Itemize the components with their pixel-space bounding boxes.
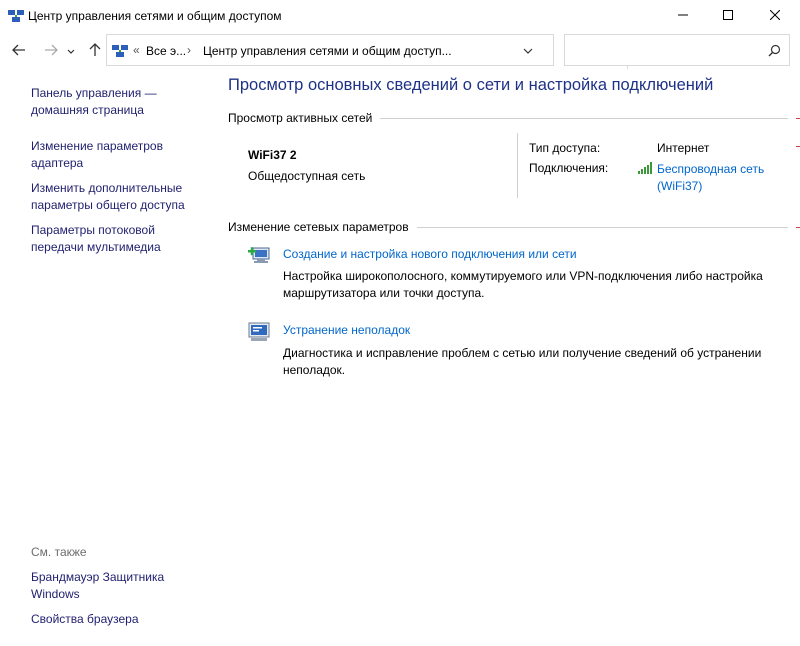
connections-label: Подключения:: [529, 161, 609, 175]
breadcrumb-current[interactable]: Центр управления сетями и общим доступ..…: [203, 44, 452, 58]
arrow-right-icon: [44, 44, 58, 59]
access-type-value: Интернет: [657, 141, 710, 155]
troubleshoot-link[interactable]: Устранение неполадок: [283, 323, 410, 337]
chevron-down-icon[interactable]: [521, 44, 535, 58]
minimize-button[interactable]: [660, 0, 706, 32]
sidebar-item-home[interactable]: Панель управления — домашняя страница: [31, 85, 157, 119]
setup-new-connection-link[interactable]: Создание и настройка нового подключения …: [283, 247, 577, 261]
new-connection-icon: [247, 244, 271, 266]
divider: [416, 226, 788, 228]
window-title: Центр управления сетями и общим доступом: [28, 9, 282, 23]
change-settings-header: Изменение сетевых параметров: [228, 220, 788, 234]
breadcrumb-overflow[interactable]: «: [133, 43, 140, 57]
arrow-left-icon: [12, 44, 26, 59]
edge-mark: [796, 146, 800, 147]
network-center-icon: [8, 9, 24, 23]
maximize-icon: [723, 9, 733, 23]
sidebar-item-firewall[interactable]: Брандмауэр Защитника Windows: [31, 569, 164, 603]
sidebar-item-advanced-sharing[interactable]: Изменить дополнительные параметры общего…: [31, 180, 185, 214]
forward-button[interactable]: [40, 40, 62, 62]
wireless-connection-link[interactable]: Беспроводная сеть (WiFi37): [657, 161, 764, 195]
chevron-down-icon: [67, 44, 75, 58]
divider: [517, 133, 518, 198]
setup-new-connection-description: Настройка широкополосного, коммутируемог…: [283, 269, 763, 300]
active-networks-header: Просмотр активных сетей: [228, 111, 788, 125]
sidebar-item-media-streaming[interactable]: Параметры потоковой передачи мультимедиа: [31, 222, 161, 256]
address-bar[interactable]: « Все э... › Центр управления сетями и о…: [106, 34, 650, 69]
back-button[interactable]: [8, 40, 30, 62]
close-icon: [769, 9, 781, 23]
minimize-icon: [678, 9, 688, 23]
see-also-heading: См. также: [31, 545, 87, 559]
sidebar-item-browser-properties[interactable]: Свойства браузера: [31, 611, 139, 628]
maximize-button[interactable]: [705, 0, 751, 32]
wifi-signal-icon: [638, 162, 654, 177]
breadcrumb-separator[interactable]: ›: [187, 43, 191, 57]
access-type-label: Тип доступа:: [529, 141, 601, 155]
network-center-icon: [112, 44, 128, 58]
title-bar: Центр управления сетями и общим доступом: [0, 0, 800, 32]
troubleshoot-icon: [247, 321, 271, 343]
troubleshoot-description: Диагностика и исправление проблем с сеть…: [283, 346, 762, 377]
edge-mark: [796, 118, 800, 119]
up-button[interactable]: [84, 40, 106, 62]
close-button[interactable]: [752, 0, 798, 32]
divider: [380, 117, 788, 119]
page-title: Просмотр основных сведений о сети и наст…: [228, 76, 714, 94]
arrow-up-icon: [89, 42, 101, 60]
sidebar-item-adapter-settings[interactable]: Изменение параметров адаптера: [31, 138, 163, 172]
recent-locations-button[interactable]: [64, 40, 78, 62]
breadcrumb-all-items[interactable]: Все э...: [146, 44, 186, 58]
edge-mark: [796, 227, 800, 228]
network-name: WiFi37 2: [248, 148, 297, 162]
navigation-bar: « Все э... › Центр управления сетями и о…: [0, 32, 800, 70]
network-category[interactable]: Общедоступная сеть: [248, 169, 365, 183]
window-edge: [793, 70, 800, 646]
search-icon: [768, 44, 781, 60]
search-input[interactable]: [564, 34, 790, 66]
